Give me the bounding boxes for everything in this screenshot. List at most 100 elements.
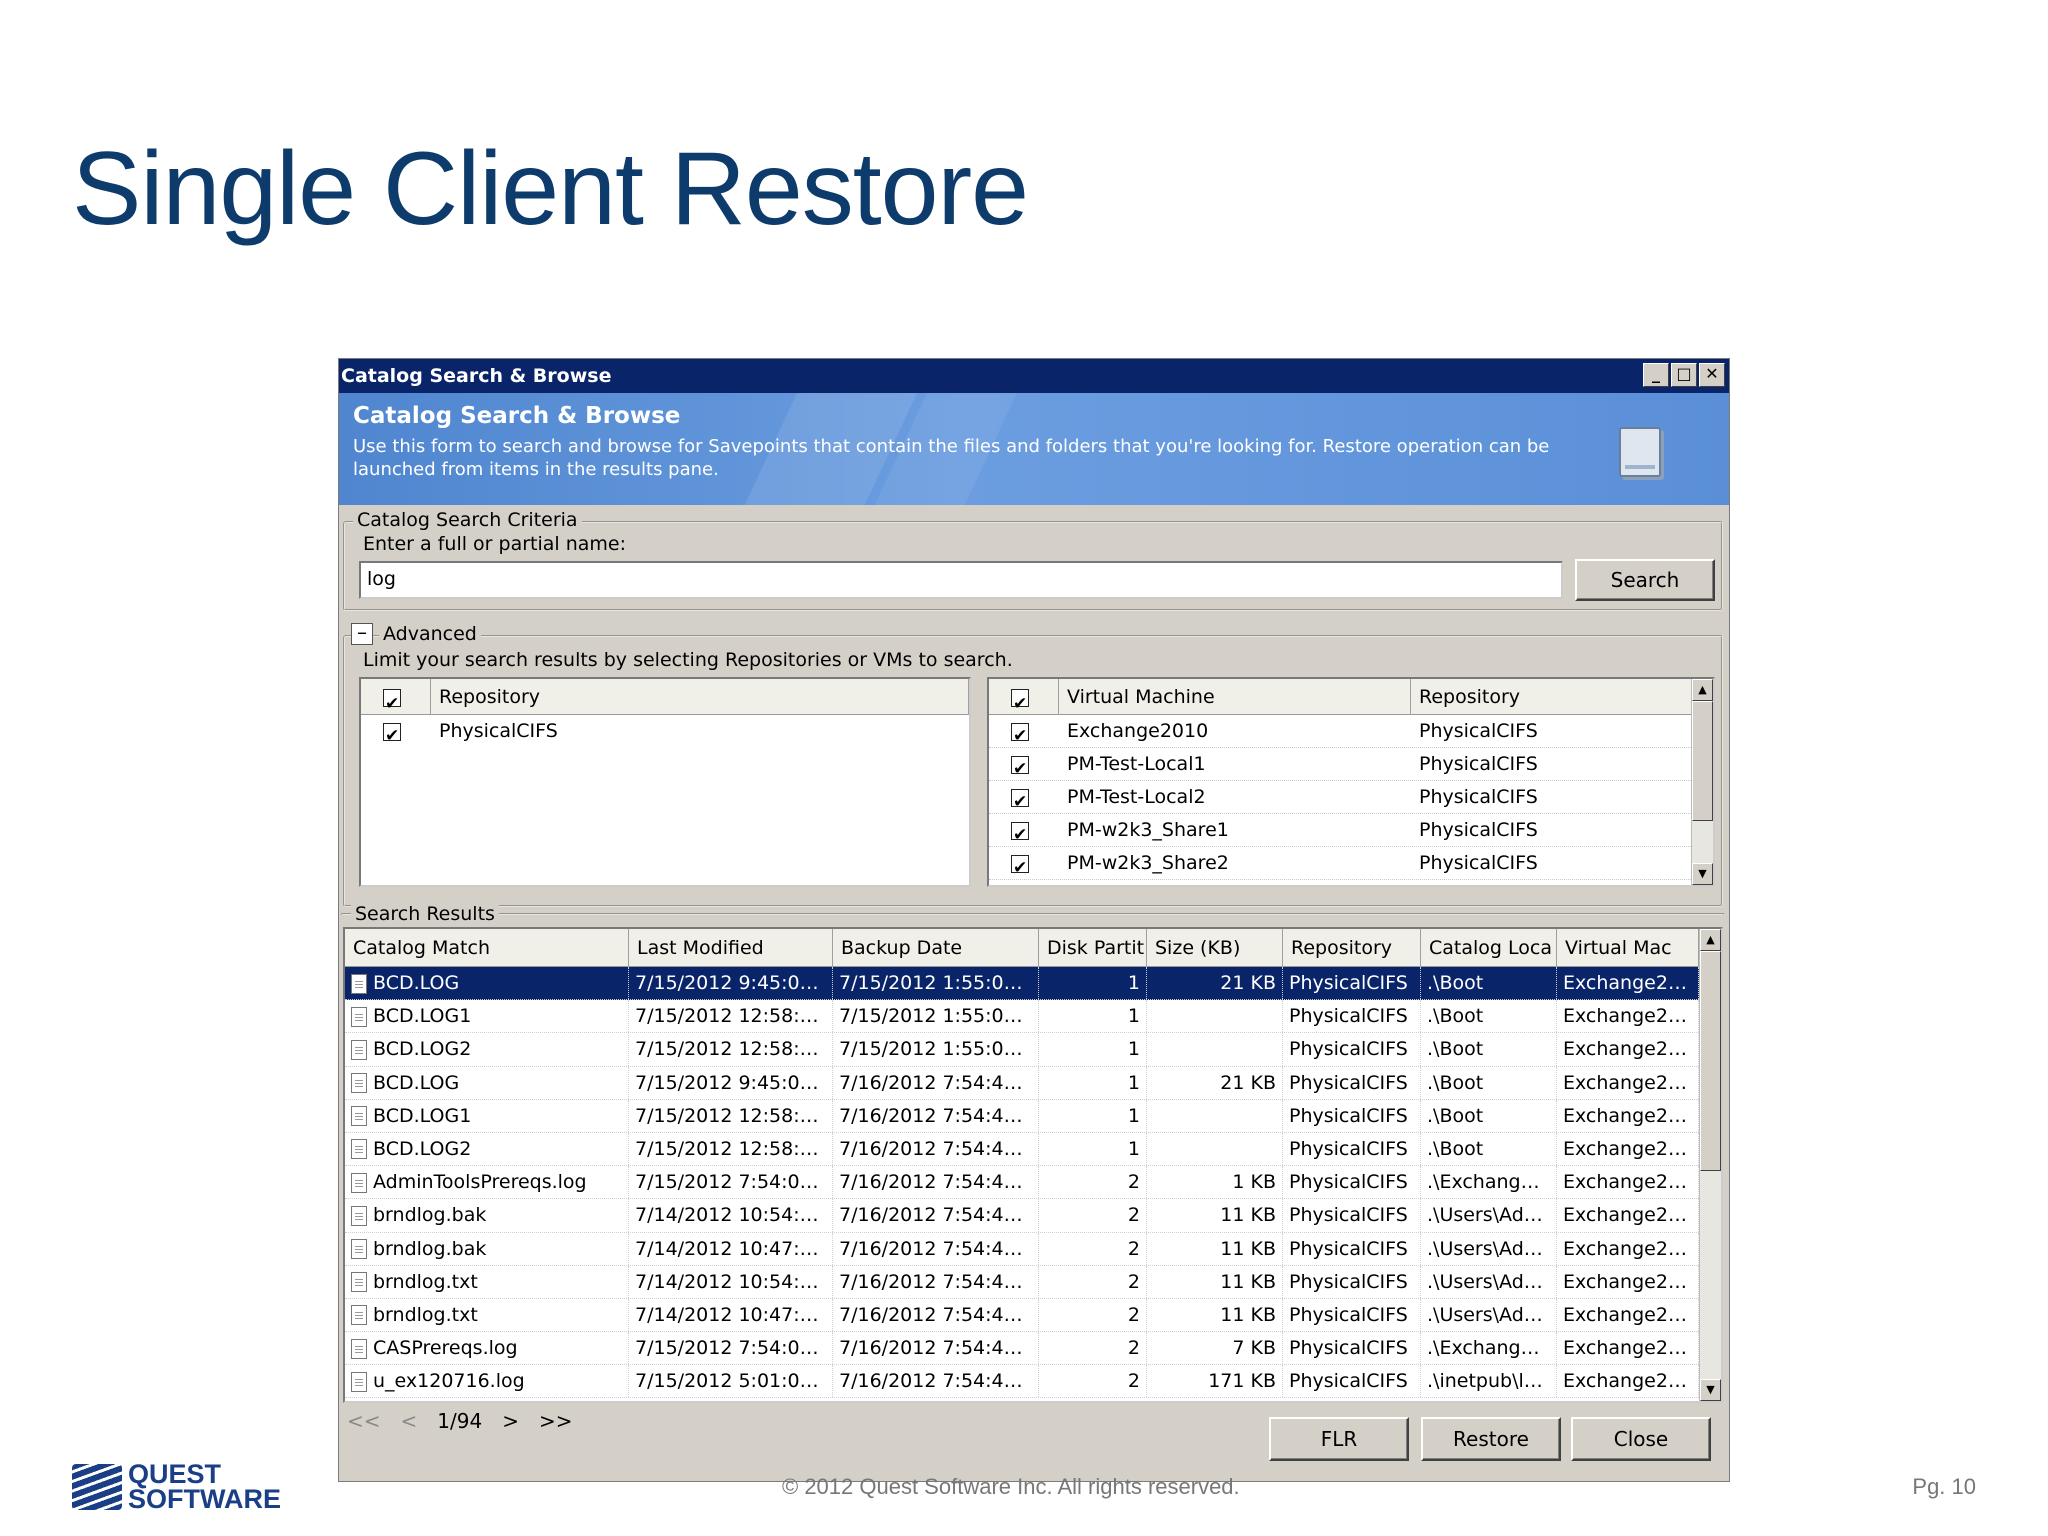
results-row[interactable]: BCD.LOG2 7/15/2012 12:58:00... 7/15/2012 1… bbox=[345, 1033, 1699, 1067]
results-cell-name: u_ex120716.log bbox=[345, 1365, 629, 1398]
results-row[interactable]: BCD.LOG 7/15/2012 9:45:00 AM 7/15/2012 1:5… bbox=[345, 967, 1699, 1001]
results-cell: 7 KB bbox=[1147, 1332, 1283, 1365]
results-cell: PhysicalCIFS bbox=[1283, 1332, 1421, 1365]
results-cell: 7/14/2012 10:54:00... bbox=[629, 1265, 833, 1298]
results-cell: 7/16/2012 7:54:42 AM bbox=[833, 1199, 1039, 1232]
results-scrollbar[interactable]: ▲ ▼ bbox=[1699, 929, 1721, 1401]
results-row[interactable]: brndlog.txt 7/14/2012 10:54:00... 7/16/201… bbox=[345, 1265, 1699, 1299]
repository-name: PhysicalCIFS bbox=[439, 720, 558, 742]
repository-row[interactable]: PhysicalCIFS bbox=[361, 715, 969, 748]
file-icon bbox=[351, 1139, 367, 1160]
results-row[interactable]: CASPrereqs.log 7/15/2012 7:54:00 AM 7/16/2… bbox=[345, 1332, 1699, 1366]
pager-next-button[interactable]: > bbox=[502, 1409, 519, 1433]
vm-repo-column-header[interactable]: Repository bbox=[1411, 679, 1693, 715]
pager-prev-button[interactable]: < bbox=[401, 1409, 418, 1433]
results-cell: 1 bbox=[1039, 1099, 1147, 1132]
vm-name: PM-w2k3_Share2 bbox=[1067, 852, 1229, 874]
results-row[interactable]: BCD.LOG 7/15/2012 9:45:00 AM 7/16/2012 7:5… bbox=[345, 1066, 1699, 1100]
checkbox-icon[interactable] bbox=[1011, 686, 1029, 715]
results-cell-name: CASPrereqs.log bbox=[345, 1332, 629, 1365]
repository-column-header[interactable]: Repository bbox=[431, 679, 969, 715]
results-cell: 1 bbox=[1039, 967, 1147, 1000]
search-input[interactable]: log bbox=[359, 561, 1563, 599]
results-row[interactable]: u_ex120716.log 7/15/2012 5:01:00 PM 7/16/2… bbox=[345, 1365, 1699, 1399]
results-cell: 7/15/2012 1:55:02 PM bbox=[833, 1033, 1039, 1066]
results-row[interactable]: AdminToolsPrereqs.log 7/15/2012 7:54:00 A… bbox=[345, 1166, 1699, 1200]
checkbox-icon[interactable] bbox=[1011, 852, 1029, 879]
window-titlebar[interactable]: Catalog Search & Browse _ □ ✕ bbox=[339, 359, 1729, 393]
vm-row[interactable]: PM-Test-Local1 PhysicalCIFS bbox=[989, 748, 1693, 781]
scroll-thumb[interactable] bbox=[1700, 951, 1721, 1171]
vm-list-scrollbar[interactable]: ▲ ▼ bbox=[1691, 679, 1713, 885]
results-row[interactable]: BCD.LOG2 7/15/2012 12:58:00... 7/16/2012 7… bbox=[345, 1132, 1699, 1167]
checkbox-icon[interactable] bbox=[1011, 720, 1029, 747]
results-cell: .\Boot bbox=[1421, 967, 1557, 1000]
results-cell: 7/14/2012 10:47:00... bbox=[629, 1232, 833, 1265]
checkbox-icon[interactable] bbox=[1011, 819, 1029, 846]
results-row[interactable]: BCD.LOG1 7/15/2012 12:58:00... 7/15/2012 1… bbox=[345, 1000, 1699, 1034]
advanced-collapse-button[interactable]: – bbox=[351, 622, 373, 645]
file-icon bbox=[351, 973, 367, 994]
vm-repository: PhysicalCIFS bbox=[1419, 753, 1538, 775]
results-column-header[interactable]: Size (KB) bbox=[1147, 929, 1283, 967]
results-row[interactable]: brndlog.txt 7/14/2012 10:47:00... 7/16/201… bbox=[345, 1298, 1699, 1333]
close-window-button[interactable]: ✕ bbox=[1699, 363, 1725, 387]
scroll-down-icon[interactable]: ▼ bbox=[1700, 1379, 1721, 1401]
results-column-header[interactable]: Repository bbox=[1283, 929, 1421, 967]
file-name: AdminToolsPrereqs.log bbox=[373, 1171, 587, 1194]
file-name: CASPrereqs.log bbox=[373, 1337, 518, 1360]
pager-last-button[interactable]: >> bbox=[539, 1409, 573, 1433]
file-name: BCD.LOG1 bbox=[373, 1104, 472, 1127]
vm-row[interactable]: Exchange2010 PhysicalCIFS bbox=[989, 715, 1693, 748]
results-column-header[interactable]: Last Modified bbox=[629, 929, 833, 967]
file-icon bbox=[351, 1039, 367, 1060]
vm-row[interactable]: PM-w2k3_Share1 PhysicalCIFS bbox=[989, 814, 1693, 847]
file-name: BCD.LOG bbox=[373, 972, 460, 994]
results-cell: 2 bbox=[1039, 1265, 1147, 1298]
results-row[interactable]: BCD.LOG1 7/15/2012 12:58:00... 7/16/2012 7… bbox=[345, 1099, 1699, 1133]
scroll-up-icon[interactable]: ▲ bbox=[1692, 679, 1713, 701]
results-row[interactable]: brndlog.bak 7/14/2012 10:47:00... 7/16/201… bbox=[345, 1232, 1699, 1266]
pager-first-button[interactable]: << bbox=[347, 1409, 381, 1433]
vm-select-all[interactable] bbox=[989, 679, 1059, 715]
search-button[interactable]: Search bbox=[1575, 559, 1715, 601]
results-cell-name: BCD.LOG bbox=[345, 1066, 629, 1099]
results-cell: 1 bbox=[1039, 1000, 1147, 1033]
results-cell: 1 bbox=[1039, 1033, 1147, 1066]
results-column-header[interactable]: Disk Partit bbox=[1039, 929, 1147, 967]
file-icon bbox=[351, 1205, 367, 1226]
results-cell: 7/15/2012 12:58:00... bbox=[629, 1132, 833, 1166]
results-column-header[interactable]: Catalog Match bbox=[345, 929, 629, 967]
results-cell: 171 KB bbox=[1147, 1365, 1283, 1398]
checkbox-icon[interactable] bbox=[1011, 753, 1029, 780]
results-row[interactable]: brndlog.bak 7/14/2012 10:54:00... 7/16/201… bbox=[345, 1199, 1699, 1233]
minimize-button[interactable]: _ bbox=[1643, 363, 1669, 387]
vm-column-header[interactable]: Virtual Machine bbox=[1059, 679, 1411, 715]
results-column-header[interactable]: Catalog Loca bbox=[1421, 929, 1557, 967]
checkbox-icon[interactable] bbox=[383, 686, 401, 715]
scroll-up-icon[interactable]: ▲ bbox=[1700, 929, 1721, 951]
maximize-button[interactable]: □ bbox=[1671, 363, 1697, 387]
results-cell: 7/16/2012 7:54:42 AM bbox=[833, 1132, 1039, 1166]
banner-description: Use this form to search and browse for S… bbox=[353, 436, 1550, 480]
checkbox-icon[interactable] bbox=[1011, 786, 1029, 813]
file-name: brndlog.bak bbox=[373, 1237, 487, 1260]
restore-button[interactable]: Restore bbox=[1421, 1417, 1561, 1461]
search-results-group: Search Results bbox=[341, 903, 1725, 925]
results-table: Catalog Match Last Modified Backup Date Dis… bbox=[343, 927, 1723, 1403]
repository-select-all[interactable] bbox=[361, 679, 431, 715]
vm-row[interactable]: PM-w2k3_Share2 PhysicalCIFS bbox=[989, 847, 1693, 880]
results-column-header[interactable]: Virtual Mac bbox=[1557, 929, 1699, 967]
results-cell: 7/16/2012 7:54:42 AM bbox=[833, 1166, 1039, 1199]
results-column-header[interactable]: Backup Date bbox=[833, 929, 1039, 967]
results-cell: 1 bbox=[1039, 1066, 1147, 1099]
flr-button[interactable]: FLR bbox=[1269, 1417, 1409, 1461]
close-button[interactable]: Close bbox=[1571, 1417, 1711, 1461]
checkbox-icon[interactable] bbox=[383, 720, 401, 748]
results-cell: .\inetpub\log... bbox=[1421, 1365, 1557, 1398]
scroll-thumb[interactable] bbox=[1692, 701, 1713, 821]
vm-row[interactable]: PM-Test-Local2 PhysicalCIFS bbox=[989, 781, 1693, 814]
scroll-down-icon[interactable]: ▼ bbox=[1692, 863, 1713, 885]
results-cell-name: BCD.LOG2 bbox=[345, 1033, 629, 1066]
results-cell: PhysicalCIFS bbox=[1283, 1099, 1421, 1132]
